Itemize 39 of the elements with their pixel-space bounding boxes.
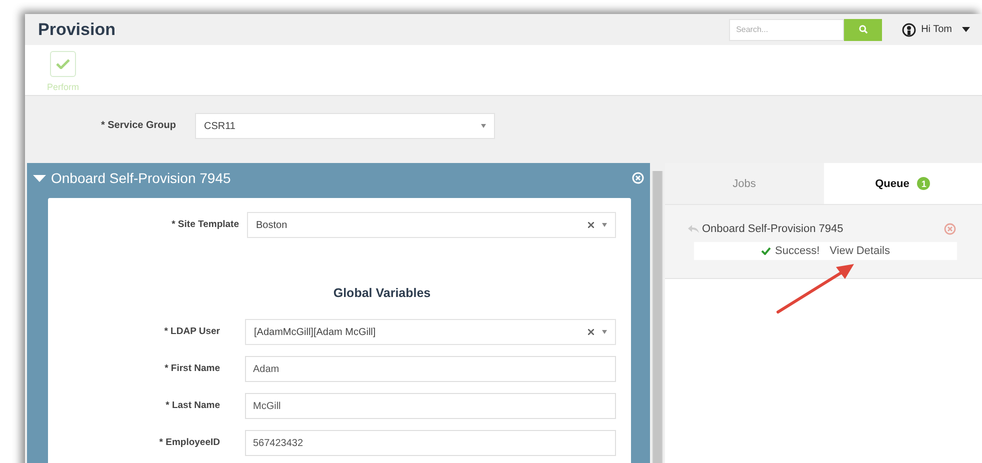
field-label: * EmployeeID [158, 436, 220, 448]
clear-icon[interactable] [588, 222, 594, 228]
field-label: * Last Name [164, 399, 220, 411]
select-value: CSR11 [204, 120, 236, 132]
caret-icon [962, 27, 970, 32]
search-field[interactable]: Search... [729, 18, 844, 40]
input-field[interactable]: Adam [245, 356, 616, 382]
caret-icon [481, 124, 486, 128]
select-value: [AdamMcGill][Adam McGill] [254, 326, 377, 338]
count-badge: 1 [917, 177, 930, 190]
check-icon [761, 247, 772, 255]
select-field[interactable]: [AdamMcGill][Adam McGill] [245, 319, 616, 345]
field-label: * LDAP User [163, 325, 220, 337]
select-value: Boston [256, 220, 288, 230]
input-field[interactable]: McGill [245, 393, 616, 419]
select-field[interactable]: CSR11 [195, 113, 495, 139]
select-field[interactable]: Boston [247, 212, 616, 238]
user-menu[interactable]: Hi Tom [902, 22, 970, 36]
panel-title: Onboard Self-Provision 7945 [51, 170, 232, 186]
scrollbar[interactable] [652, 163, 663, 463]
section-heading: Global Variables [332, 286, 432, 300]
caret-icon[interactable] [33, 174, 46, 182]
caret-icon[interactable] [602, 223, 607, 227]
field-label: * Site Template [170, 218, 239, 230]
field-label: * First Name [164, 362, 220, 374]
page-title: Provision [38, 20, 116, 40]
search-button[interactable] [844, 18, 882, 40]
input-field[interactable]: 567423432 [245, 430, 616, 456]
reply-icon [688, 225, 699, 233]
check-icon [56, 59, 70, 69]
close-icon[interactable] [944, 223, 956, 235]
field-label: * Service Group [100, 119, 176, 131]
search-icon [858, 25, 868, 34]
status-text: Success! [775, 245, 820, 257]
caret-icon[interactable] [602, 330, 607, 334]
queue-item-title: Onboard Self-Provision 7945 [702, 223, 844, 235]
view-details-link[interactable]: View Details [830, 245, 890, 257]
clear-icon[interactable] [588, 329, 594, 335]
user-icon [902, 22, 916, 36]
